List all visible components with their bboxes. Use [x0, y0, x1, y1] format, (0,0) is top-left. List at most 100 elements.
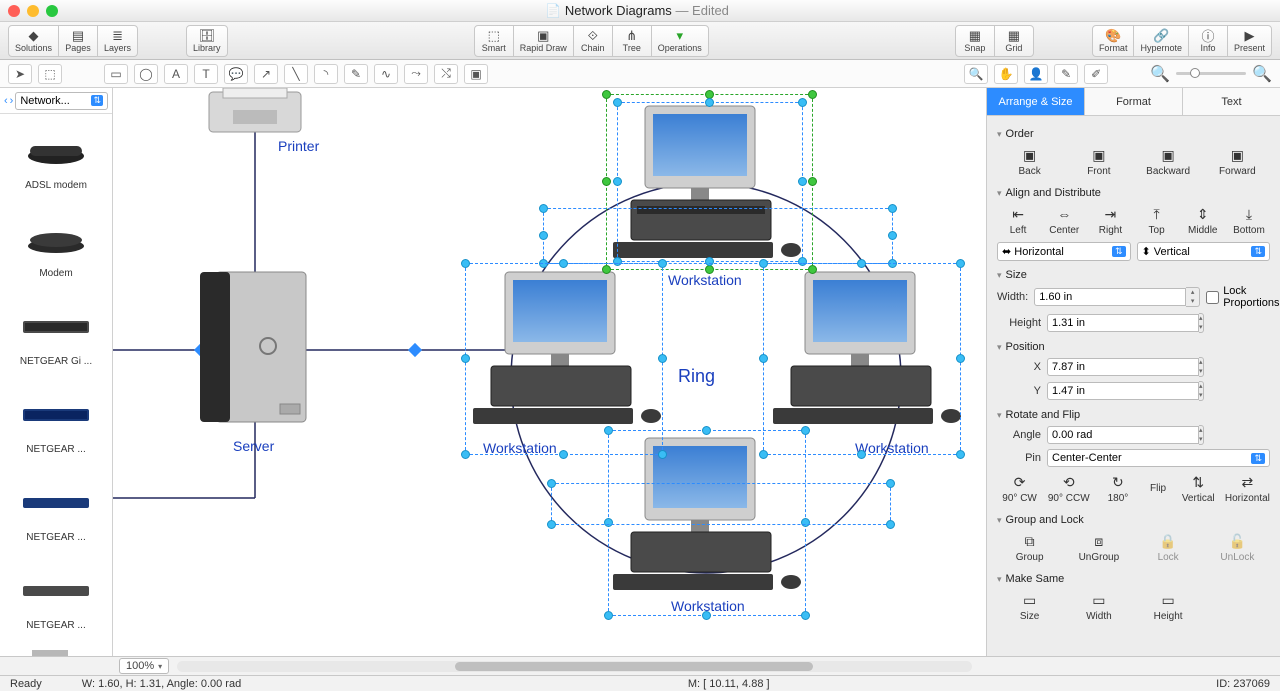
- group-btn[interactable]: ⧉Group: [997, 530, 1062, 565]
- lib-item-netgear-2[interactable]: NETGEAR ...: [0, 378, 112, 466]
- unlock-btn[interactable]: 🔓UnLock: [1205, 530, 1270, 565]
- connector-tool[interactable]: ⤳: [404, 64, 428, 84]
- y-input[interactable]: [1047, 382, 1199, 400]
- pages-button[interactable]: ▤Pages: [58, 25, 98, 57]
- solutions-button[interactable]: ◆Solutions: [8, 25, 59, 57]
- zoom-select[interactable]: 100%▾: [119, 658, 169, 674]
- size-section[interactable]: Size: [997, 269, 1270, 281]
- nav-fwd-icon[interactable]: ›: [10, 95, 14, 107]
- zoom-tool[interactable]: 🔍: [964, 64, 988, 84]
- same-width[interactable]: ▭Width: [1066, 589, 1131, 624]
- container-tool[interactable]: ▣: [464, 64, 488, 84]
- server-shape[interactable]: [198, 268, 313, 428]
- lock-proportions[interactable]: Lock Proportions: [1206, 285, 1279, 309]
- lasso-tool[interactable]: ⬚: [38, 64, 62, 84]
- order-backward[interactable]: ▣Backward: [1136, 144, 1201, 179]
- pen-tool[interactable]: ╲: [284, 64, 308, 84]
- distribute-horizontal[interactable]: ⬌ Horizontal⇅: [997, 242, 1131, 261]
- pan-tool[interactable]: ✋: [994, 64, 1018, 84]
- group-section[interactable]: Group and Lock: [997, 514, 1270, 526]
- hypernote-button[interactable]: 🔗Hypernote: [1133, 25, 1189, 57]
- tab-arrange[interactable]: Arrange & Size: [987, 88, 1085, 115]
- ungroup-btn[interactable]: ⧈UnGroup: [1066, 530, 1131, 565]
- order-back[interactable]: ▣Back: [997, 144, 1062, 179]
- spline-tool[interactable]: ∿: [374, 64, 398, 84]
- zoom-out-icon[interactable]: 🔍: [1150, 64, 1170, 84]
- width-input[interactable]: [1034, 288, 1186, 306]
- flip-vertical[interactable]: ⇅Vertical: [1176, 471, 1221, 506]
- callout-tool[interactable]: 💬: [224, 64, 248, 84]
- pencil-tool[interactable]: ✎: [344, 64, 368, 84]
- angle-stepper[interactable]: ▴▾: [1199, 425, 1204, 445]
- rotate-180[interactable]: ↻180°: [1095, 471, 1140, 506]
- rotate-90ccw[interactable]: ⟲90° CCW: [1046, 471, 1091, 506]
- lib-item-adsl-modem[interactable]: ADSL modem: [0, 114, 112, 202]
- lock-btn[interactable]: 🔒Lock: [1136, 530, 1201, 565]
- pointer-tool[interactable]: ➤: [8, 64, 32, 84]
- align-left[interactable]: ⇤Left: [997, 203, 1039, 238]
- library-button[interactable]: 🗄Library: [186, 25, 228, 57]
- rapid-draw-button[interactable]: ▣Rapid Draw: [513, 25, 574, 57]
- lib-item-modem[interactable]: Modem: [0, 202, 112, 290]
- zoom-slider[interactable]: 🔍 🔍: [1150, 64, 1272, 84]
- library-select[interactable]: Network...⇅: [15, 92, 108, 110]
- smart-button[interactable]: ⬚Smart: [474, 25, 514, 57]
- rotate-90cw[interactable]: ⟳90° CW: [997, 471, 1042, 506]
- angle-input[interactable]: [1047, 426, 1199, 444]
- tab-format[interactable]: Format: [1085, 88, 1183, 115]
- stamp-tool[interactable]: 👤: [1024, 64, 1048, 84]
- position-section[interactable]: Position: [997, 341, 1270, 353]
- nav-back-icon[interactable]: ‹: [4, 95, 8, 107]
- format-button[interactable]: 🎨Format: [1092, 25, 1135, 57]
- text-tool[interactable]: A: [164, 64, 188, 84]
- textbox-tool[interactable]: T: [194, 64, 218, 84]
- width-stepper[interactable]: ▴▾: [1186, 287, 1200, 307]
- zoom-in-icon[interactable]: 🔍: [1252, 64, 1272, 84]
- y-stepper[interactable]: ▴▾: [1199, 381, 1204, 401]
- close-btn[interactable]: [8, 5, 20, 17]
- x-stepper[interactable]: ▴▾: [1199, 357, 1204, 377]
- align-center[interactable]: ⇔Center: [1043, 203, 1085, 238]
- align-bottom[interactable]: ⤓Bottom: [1228, 203, 1270, 238]
- tab-text[interactable]: Text: [1183, 88, 1280, 115]
- align-right[interactable]: ⇥Right: [1089, 203, 1131, 238]
- rotate-section[interactable]: Rotate and Flip: [997, 409, 1270, 421]
- distribute-vertical[interactable]: ⬍ Vertical⇅: [1137, 242, 1271, 261]
- x-input[interactable]: [1047, 358, 1199, 376]
- min-btn[interactable]: [27, 5, 39, 17]
- same-size[interactable]: ▭Size: [997, 589, 1062, 624]
- height-stepper[interactable]: ▴▾: [1199, 313, 1204, 333]
- max-btn[interactable]: [46, 5, 58, 17]
- layers-button[interactable]: ≣Layers: [97, 25, 138, 57]
- eyedropper-tool[interactable]: ✎: [1054, 64, 1078, 84]
- align-top[interactable]: ⤒Top: [1136, 203, 1178, 238]
- eraser-tool[interactable]: ✐: [1084, 64, 1108, 84]
- rect-tool[interactable]: ▭: [104, 64, 128, 84]
- order-section[interactable]: Order: [997, 128, 1270, 140]
- align-middle[interactable]: ⇕Middle: [1182, 203, 1224, 238]
- makesame-section[interactable]: Make Same: [997, 573, 1270, 585]
- same-height[interactable]: ▭Height: [1136, 589, 1201, 624]
- line-tool[interactable]: ↗: [254, 64, 278, 84]
- printer-shape[interactable]: [205, 88, 305, 136]
- canvas[interactable]: Printer Server Ring: [113, 88, 986, 656]
- grid-button[interactable]: ▦Grid: [994, 25, 1034, 57]
- horizontal-scrollbar[interactable]: [177, 661, 972, 672]
- tree-button[interactable]: ⋔Tree: [612, 25, 652, 57]
- lib-item-netgear-gi[interactable]: NETGEAR Gi ...: [0, 290, 112, 378]
- flip-horizontal[interactable]: ⇄Horizontal: [1225, 471, 1270, 506]
- smart-connector-tool[interactable]: ⤭: [434, 64, 458, 84]
- lib-item-netgear-4[interactable]: NETGEAR ...: [0, 554, 112, 642]
- present-button[interactable]: ▶Present: [1227, 25, 1272, 57]
- lib-item-computer[interactable]: [0, 642, 112, 656]
- lib-item-netgear-3[interactable]: NETGEAR ...: [0, 466, 112, 554]
- height-input[interactable]: [1047, 314, 1199, 332]
- ellipse-tool[interactable]: ◯: [134, 64, 158, 84]
- operations-button[interactable]: ▾Operations: [651, 25, 709, 57]
- order-forward[interactable]: ▣Forward: [1205, 144, 1270, 179]
- chain-button[interactable]: ⟐Chain: [573, 25, 613, 57]
- align-section[interactable]: Align and Distribute: [997, 187, 1270, 199]
- arc-tool[interactable]: ◝: [314, 64, 338, 84]
- pin-select[interactable]: Center-Center⇅: [1047, 449, 1270, 467]
- snap-button[interactable]: ▦Snap: [955, 25, 995, 57]
